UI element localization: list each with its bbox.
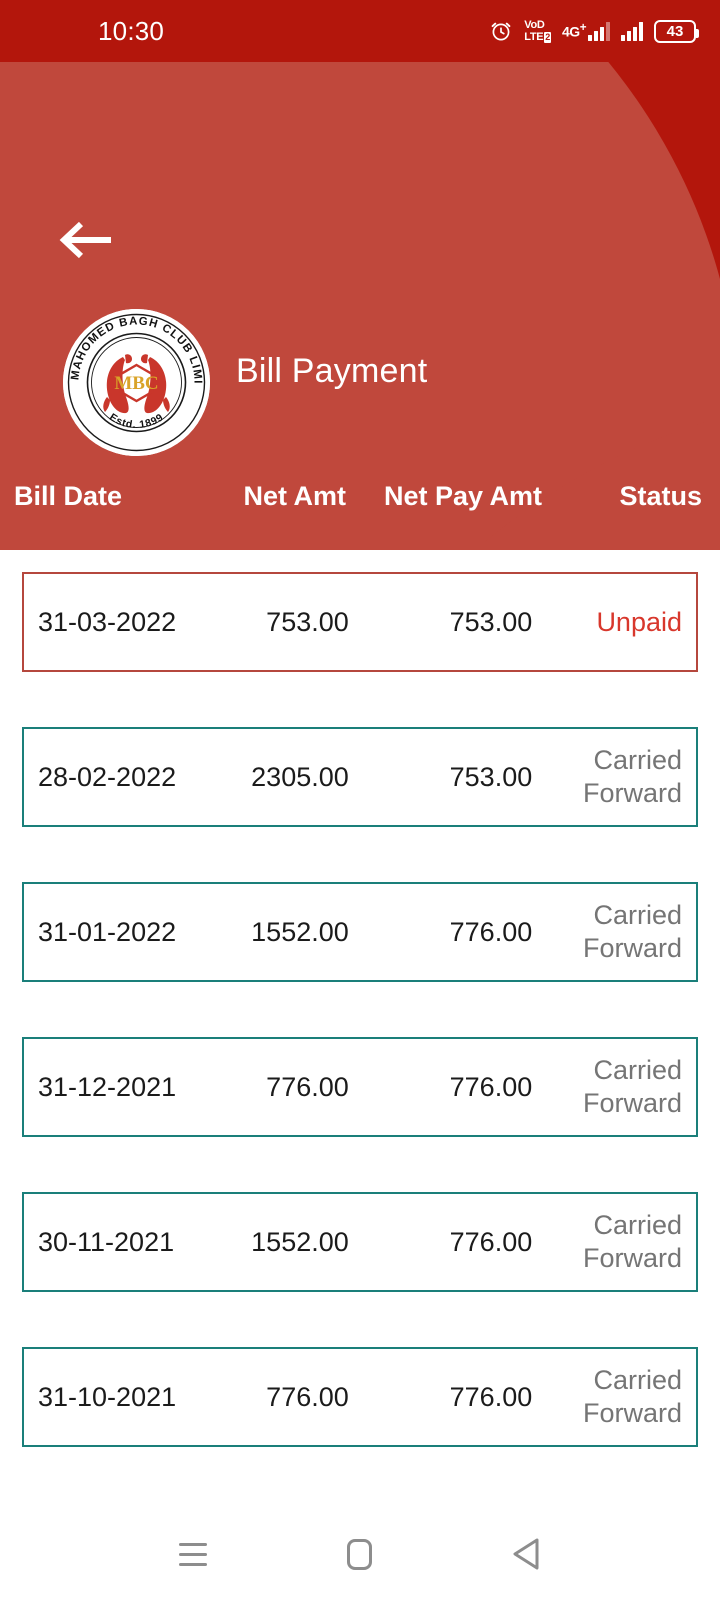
status-badge: Carried Forward — [582, 1210, 682, 1273]
cell-net-amt: 753.00 — [266, 606, 349, 637]
cell-net-amt: 1552.00 — [251, 1226, 349, 1257]
android-navigation-bar — [0, 1508, 720, 1600]
column-header-status: Status — [619, 480, 702, 511]
cell-net-pay-amt: 776.00 — [449, 1226, 533, 1257]
cell-bill-date: 28-02-2022 — [38, 761, 177, 792]
back-button[interactable] — [48, 207, 124, 277]
volte-line-1: VoD — [524, 18, 545, 31]
bill-list: 31-03-2022 753.00 753.00 Unpaid 28-02-2022 23… — [0, 550, 720, 1502]
volte-line-2: LTE — [524, 30, 544, 43]
cell-bill-date: 31-10-2021 — [38, 1381, 177, 1412]
cell-bill-date: 30-11-2021 — [38, 1226, 175, 1257]
signal-bars-sim1-icon — [588, 21, 610, 41]
status-badge: Unpaid — [596, 606, 682, 637]
status-bar-clock: 10:30 — [98, 15, 165, 46]
cell-net-pay-amt: 753.00 — [449, 606, 533, 637]
network-type-icon: 4G+ — [562, 21, 610, 41]
table-row[interactable]: 28-02-2022 2305.00 753.00 Carried Forward — [22, 727, 698, 827]
cell-bill-date: 31-12-2021 — [38, 1071, 177, 1102]
status-badge: Carried Forward — [582, 745, 682, 808]
menu-lines-icon — [179, 1542, 208, 1566]
cell-net-amt: 776.00 — [266, 1071, 349, 1102]
cell-net-pay-amt: 753.00 — [449, 761, 533, 792]
table-row[interactable]: 31-10-2021 776.00 776.00 Carried Forward — [22, 1347, 698, 1447]
back-nav-button[interactable] — [491, 1518, 563, 1590]
recents-button[interactable] — [157, 1518, 229, 1590]
cell-net-amt: 776.00 — [266, 1381, 349, 1412]
app-screen: 10:30 VoD LTE 2 4G+ 43 MAHOMED BAGH CLUB… — [0, 0, 720, 1600]
status-badge: Carried Forward — [582, 1365, 682, 1428]
page-title: Bill Payment — [236, 352, 428, 390]
status-bar: 10:30 VoD LTE 2 4G+ 43 — [0, 0, 720, 62]
mahomed-bagh-club-logo: THE MAHOMED BAGH CLUB LIMITED Estd. 1899 — [63, 309, 210, 456]
svg-text:MBC: MBC — [114, 373, 158, 394]
network-label: 4G — [562, 24, 580, 40]
cell-net-pay-amt: 776.00 — [449, 1381, 533, 1412]
alarm-clock-icon — [489, 19, 513, 43]
status-badge: Carried Forward — [582, 1055, 682, 1118]
back-triangle-icon — [511, 1537, 543, 1571]
cell-net-amt: 2305.00 — [251, 761, 349, 792]
volte-sim-badge: 2 — [544, 31, 551, 43]
status-badge: Carried Forward — [582, 900, 682, 963]
volte-icon: VoD LTE 2 — [524, 19, 551, 43]
home-square-icon — [347, 1538, 373, 1570]
column-header-net-amt: Net Amt — [243, 480, 346, 511]
cell-net-pay-amt: 776.00 — [449, 1071, 533, 1102]
cell-bill-date: 31-01-2022 — [38, 916, 177, 947]
cell-net-amt: 1552.00 — [251, 916, 349, 947]
battery-icon: 43 — [654, 19, 699, 43]
status-bar-indicators: VoD LTE 2 4G+ 43 — [489, 19, 699, 43]
table-row[interactable]: 31-01-2022 1552.00 776.00 Carried Forward — [22, 882, 698, 982]
table-column-headers: Bill Date Net Amt Net Pay Amt Status — [0, 462, 720, 530]
battery-level: 43 — [666, 22, 684, 40]
table-row[interactable]: 31-12-2021 776.00 776.00 Carried Forward — [22, 1037, 698, 1137]
cell-net-pay-amt: 776.00 — [449, 916, 533, 947]
column-header-net-pay-amt: Net Pay Amt — [383, 480, 542, 511]
header-decorative-strip — [245, 542, 720, 550]
signal-bars-sim2-icon — [621, 21, 643, 41]
home-button[interactable] — [324, 1518, 396, 1590]
cell-bill-date: 31-03-2022 — [38, 606, 177, 637]
network-plus: + — [579, 21, 587, 35]
table-row[interactable]: 31-03-2022 753.00 753.00 Unpaid — [22, 572, 698, 672]
column-header-bill-date: Bill Date — [14, 480, 123, 511]
table-row[interactable]: 30-11-2021 1552.00 776.00 Carried Forward — [22, 1192, 698, 1292]
back-arrow-icon — [57, 216, 115, 269]
